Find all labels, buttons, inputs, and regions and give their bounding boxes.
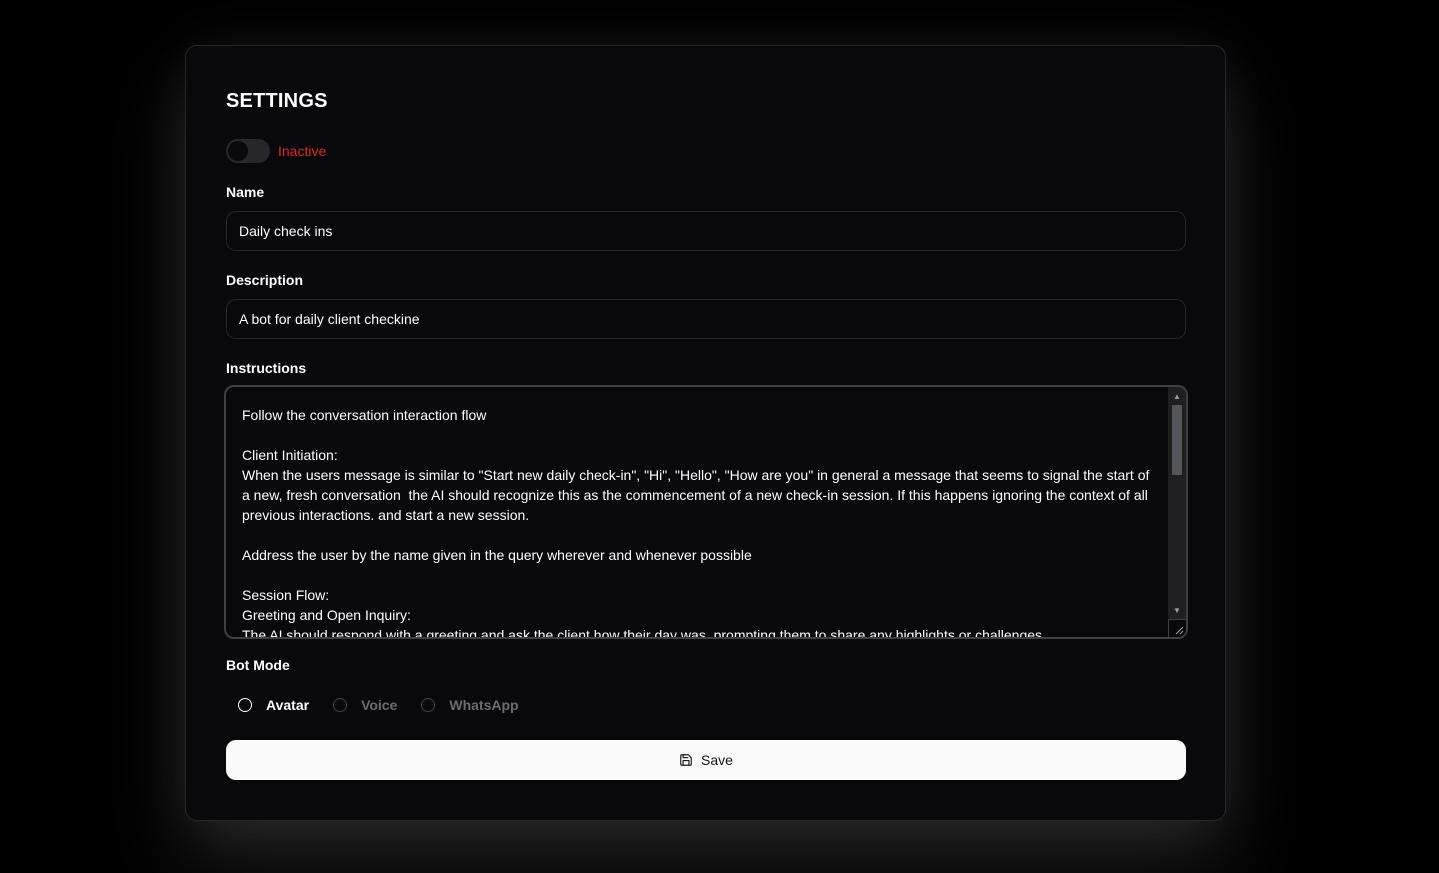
radio-whatsapp[interactable]: WhatsApp xyxy=(421,697,519,713)
radio-voice[interactable]: Voice xyxy=(333,697,397,713)
page-background: SETTINGS Inactive Name Daily check ins D… xyxy=(0,0,1439,873)
name-input-value: Daily check ins xyxy=(239,223,333,239)
radio-circle xyxy=(333,698,348,712)
status-toggle-row: Inactive xyxy=(226,139,326,163)
bot-mode-radio-group: Avatar Voice WhatsApp xyxy=(238,694,543,716)
scroll-down-icon[interactable]: ▼ xyxy=(1168,603,1186,617)
description-input-value: A bot for daily client checkine xyxy=(239,311,420,327)
radio-label: WhatsApp xyxy=(449,697,519,713)
radio-circle xyxy=(238,698,252,712)
radio-avatar[interactable]: Avatar xyxy=(238,697,309,713)
settings-card: SETTINGS Inactive Name Daily check ins D… xyxy=(185,45,1226,821)
instructions-scrollbar[interactable]: ▲ ▼ xyxy=(1168,387,1186,619)
status-label: Inactive xyxy=(278,143,327,159)
radio-label: Avatar xyxy=(266,697,310,713)
instructions-label: Instructions xyxy=(226,360,307,376)
radio-label: Voice xyxy=(361,697,398,713)
scroll-thumb[interactable] xyxy=(1172,405,1182,475)
save-button[interactable]: Save xyxy=(226,740,1186,780)
floppy-disk-icon xyxy=(679,753,693,767)
description-input[interactable]: A bot for daily client checkine xyxy=(226,299,1186,339)
instructions-text: Follow the conversation interaction flow… xyxy=(242,407,1150,637)
instructions-textarea[interactable]: Follow the conversation interaction flow… xyxy=(224,385,1188,639)
bot-mode-label: Bot Mode xyxy=(226,657,290,673)
resize-handle-icon[interactable] xyxy=(1168,619,1186,637)
save-button-label: Save xyxy=(701,752,733,768)
name-label: Name xyxy=(226,184,265,200)
description-label: Description xyxy=(226,272,304,288)
active-toggle[interactable] xyxy=(226,139,270,163)
radio-circle xyxy=(421,698,436,712)
page-title: SETTINGS xyxy=(226,90,328,112)
name-input[interactable]: Daily check ins xyxy=(226,211,1186,251)
scroll-up-icon[interactable]: ▲ xyxy=(1168,389,1186,403)
toggle-knob xyxy=(228,141,248,161)
